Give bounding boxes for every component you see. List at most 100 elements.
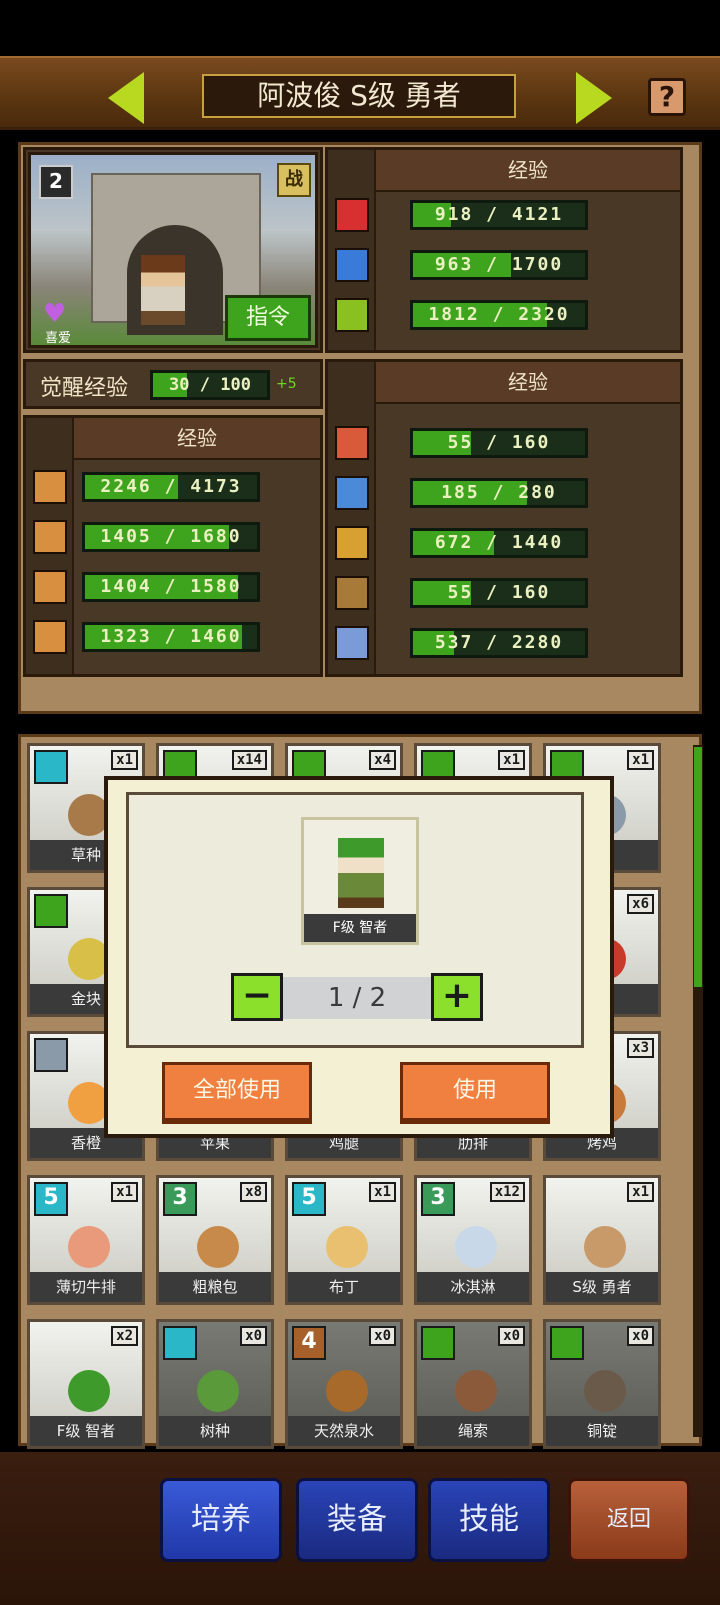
inventory-slot[interactable]: 5 x1 布丁	[285, 1175, 403, 1305]
inventory-slot[interactable]: x0 树种	[156, 1319, 274, 1449]
awaken-row: 觉醒经验 30 / 100 +5	[23, 359, 323, 409]
star-icon	[33, 620, 67, 654]
item-count: x8	[240, 1182, 267, 1202]
item-count: x4	[369, 750, 396, 770]
item-image	[326, 1226, 368, 1268]
crafting-value: 672 / 1440	[434, 532, 564, 553]
item-count: x0	[369, 1326, 396, 1346]
item-name: 布丁	[288, 1272, 400, 1302]
quantity-minus-button[interactable]: −	[231, 973, 283, 1021]
item-name: 绳索	[417, 1416, 529, 1446]
basket-icon	[335, 576, 369, 610]
item-count: x14	[231, 750, 267, 770]
item-tier-badge: 5	[34, 1182, 68, 1216]
book-icon	[335, 426, 369, 460]
crafting-header: 经验	[376, 362, 680, 404]
inventory-scroll-thumb[interactable]	[694, 747, 702, 987]
nav-back-button[interactable]: 返回	[568, 1478, 690, 1562]
vitals-value: 1812 / 2320	[428, 304, 570, 325]
combat-bar: 1404 / 1580	[82, 572, 260, 602]
item-tier-badge	[34, 750, 68, 784]
item-image	[584, 1370, 626, 1412]
hero-portrait: 2 战 ♥ 喜爱 指令	[28, 152, 318, 348]
item-tier-badge: 4	[292, 1326, 326, 1360]
inventory-slot[interactable]: 5 x1 薄切牛排	[27, 1175, 145, 1305]
item-count: x0	[240, 1326, 267, 1346]
item-name: 天然泉水	[288, 1416, 400, 1446]
prev-arrow-icon[interactable]	[108, 72, 144, 124]
combat-value: 1405 / 1680	[100, 526, 242, 547]
hero-sprite	[141, 255, 185, 325]
crafting-bar: 55 / 160	[410, 578, 588, 608]
item-tier-badge: 3	[421, 1182, 455, 1216]
battle-badge: 战	[277, 163, 311, 197]
nav-equip-button[interactable]: 装备	[296, 1478, 418, 1562]
crafting-bar: 672 / 1440	[410, 528, 588, 558]
inventory-slot[interactable]: x0 铜锭	[543, 1319, 661, 1449]
item-name: 铜锭	[546, 1416, 658, 1446]
item-count: x1	[111, 750, 138, 770]
item-tier-badge: 5	[292, 1182, 326, 1216]
combat-bar: 2246 / 4173	[82, 472, 260, 502]
use-all-button[interactable]: 全部使用	[162, 1062, 312, 1124]
use-button[interactable]: 使用	[400, 1062, 550, 1124]
inventory-slot[interactable]: 3 x8 粗粮包	[156, 1175, 274, 1305]
dialog-item-name: F级 智者	[304, 914, 416, 942]
item-name: 冰淇淋	[417, 1272, 529, 1302]
item-name: 粗粮包	[159, 1272, 271, 1302]
like-label: 喜爱	[45, 331, 72, 346]
item-image	[197, 1370, 239, 1412]
inventory-slot[interactable]: 3 x12 冰淇淋	[414, 1175, 532, 1305]
combat-value: 2246 / 4173	[100, 476, 242, 497]
vitals-panel: 经验 918 / 4121 963 / 1700 1812 / 2320	[325, 147, 683, 353]
item-image	[584, 1226, 626, 1268]
inventory-slot[interactable]: x2 F级 智者	[27, 1319, 145, 1449]
vitals-value: 963 / 1700	[434, 254, 564, 275]
crafting-panel: 经验 55 / 160 185 / 280 672 / 1440 55 / 160 53…	[325, 359, 683, 677]
inventory-slot[interactable]: 4 x0 天然泉水	[285, 1319, 403, 1449]
command-button[interactable]: 指令	[225, 295, 311, 341]
crafting-value: 55 / 160	[447, 432, 551, 453]
item-name: S级 勇者	[546, 1272, 658, 1302]
nav-skill-button[interactable]: 技能	[428, 1478, 550, 1562]
stats-frame: 2 战 ♥ 喜爱 指令 经验 918 / 4121 963 / 1700 1812 …	[18, 142, 702, 714]
item-image	[455, 1226, 497, 1268]
sage-sprite	[338, 838, 384, 908]
vitals-bar: 918 / 4121	[410, 200, 588, 230]
next-arrow-icon[interactable]	[576, 72, 612, 124]
help-button[interactable]: ?	[648, 78, 686, 116]
awaken-value: 30 / 100	[169, 375, 251, 395]
combat-panel: 经验 2246 / 4173 1405 / 1680 1404 / 1580 1323…	[23, 415, 323, 677]
item-count: x0	[498, 1326, 525, 1346]
item-name: F级 智者	[30, 1416, 142, 1446]
awaken-bonus: +5	[276, 376, 297, 392]
item-tier-badge	[163, 1326, 197, 1360]
combat-value: 1404 / 1580	[100, 576, 242, 597]
quantity-plus-button[interactable]: +	[431, 973, 483, 1021]
combat-header: 经验	[74, 418, 320, 460]
sword-icon	[33, 470, 67, 504]
nav-train-button[interactable]: 培养	[160, 1478, 282, 1562]
awaken-bar: 30 / 100	[150, 370, 270, 400]
item-count: x1	[111, 1182, 138, 1202]
shovel-icon	[335, 526, 369, 560]
speed-icon	[33, 570, 67, 604]
stamina-icon	[335, 298, 369, 332]
item-count: x0	[627, 1326, 654, 1346]
vitals-value: 918 / 4121	[434, 204, 564, 225]
item-count: x12	[489, 1182, 525, 1202]
combat-bar: 1405 / 1680	[82, 522, 260, 552]
item-tier-badge: 3	[163, 1182, 197, 1216]
pickaxe-icon	[335, 476, 369, 510]
dialog-content: F级 智者 − 1 / 2 +	[126, 792, 584, 1048]
item-tier-badge	[34, 894, 68, 928]
item-count: x1	[369, 1182, 396, 1202]
inventory-slot[interactable]: x1 S级 勇者	[543, 1175, 661, 1305]
item-name: 树种	[159, 1416, 271, 1446]
item-count: x1	[627, 750, 654, 770]
crafting-bar: 185 / 280	[410, 478, 588, 508]
item-count: x3	[627, 1038, 654, 1058]
crafting-value: 537 / 2280	[434, 632, 564, 653]
inventory-slot[interactable]: x0 绳索	[414, 1319, 532, 1449]
vitals-bar: 1812 / 2320	[410, 300, 588, 330]
